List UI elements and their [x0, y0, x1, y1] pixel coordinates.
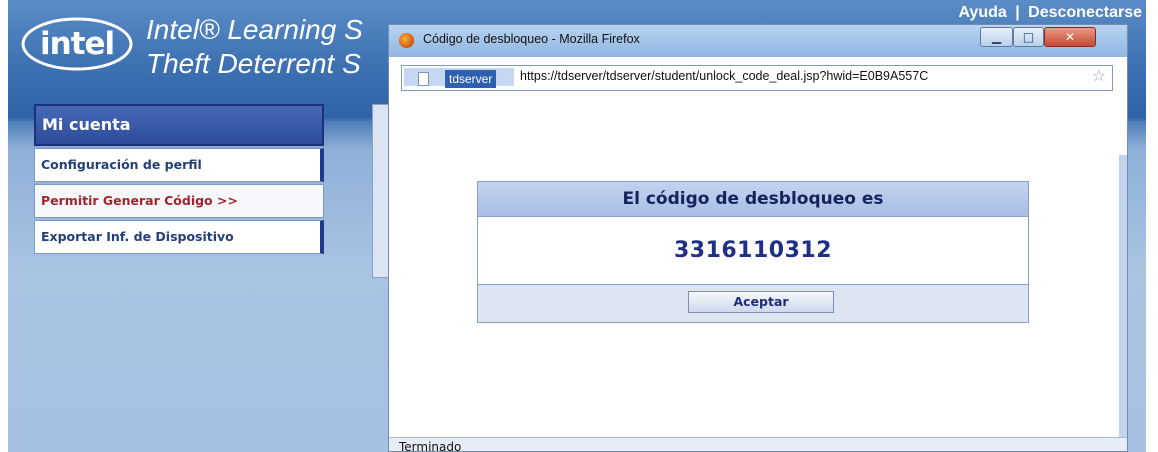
minimize-icon: ▁ [991, 30, 1002, 44]
sidebar-header: Mi cuenta [34, 104, 324, 146]
app-title-line1: Intel® Learning S [146, 14, 363, 45]
link-separator: | [1015, 4, 1020, 21]
sidebar-menu: Mi cuenta Configuración de perfil Permit… [34, 104, 324, 254]
window-titlebar[interactable]: Código de desbloqueo - Mozilla Firefox ▁… [389, 25, 1127, 57]
maximize-icon: □ [1022, 30, 1035, 44]
unlock-code-dialog: El código de desbloqueo es 3316110312 Ac… [477, 181, 1029, 323]
url-bar[interactable]: tdserver https://tdserver/tdserver/stude… [401, 65, 1113, 91]
sidebar-item-profile-settings[interactable]: Configuración de perfil [34, 148, 324, 182]
close-icon: ✕ [1064, 30, 1076, 44]
dialog-heading: El código de desbloqueo es [478, 182, 1028, 217]
site-name: tdserver [445, 70, 497, 88]
page-icon [418, 72, 429, 86]
accept-button[interactable]: Aceptar [688, 291, 834, 313]
app-title-line2: Theft Deterrent S [146, 48, 361, 79]
dialog-footer: Aceptar [478, 285, 1028, 322]
bookmark-star-icon[interactable]: ☆ [1092, 66, 1106, 85]
firefox-icon [399, 33, 414, 48]
minimize-button[interactable]: ▁ [980, 27, 1013, 47]
help-link[interactable]: Ayuda [958, 4, 1006, 21]
unlock-code-value: 3316110312 [478, 217, 1028, 285]
url-text: https://tdserver/tdserver/student/unlock… [520, 69, 929, 83]
close-button[interactable]: ✕ [1044, 27, 1096, 47]
intel-logo-text: intel [40, 26, 115, 62]
sidebar-item-export-device-info[interactable]: Exportar Inf. de Dispositivo [34, 220, 324, 254]
firefox-popup-window: Código de desbloqueo - Mozilla Firefox ▁… [388, 24, 1128, 452]
status-bar: Terminado [389, 437, 1127, 451]
scrollbar[interactable] [1119, 155, 1127, 445]
maximize-button[interactable]: □ [1013, 27, 1044, 47]
site-identity-badge[interactable]: tdserver [404, 68, 514, 88]
logout-link[interactable]: Desconectarse [1028, 4, 1142, 21]
sidebar-item-generate-code[interactable]: Permitir Generar Código >> [34, 184, 324, 218]
window-title: Código de desbloqueo - Mozilla Firefox [423, 32, 640, 46]
top-links: Ayuda | Desconectarse [954, 4, 1142, 22]
